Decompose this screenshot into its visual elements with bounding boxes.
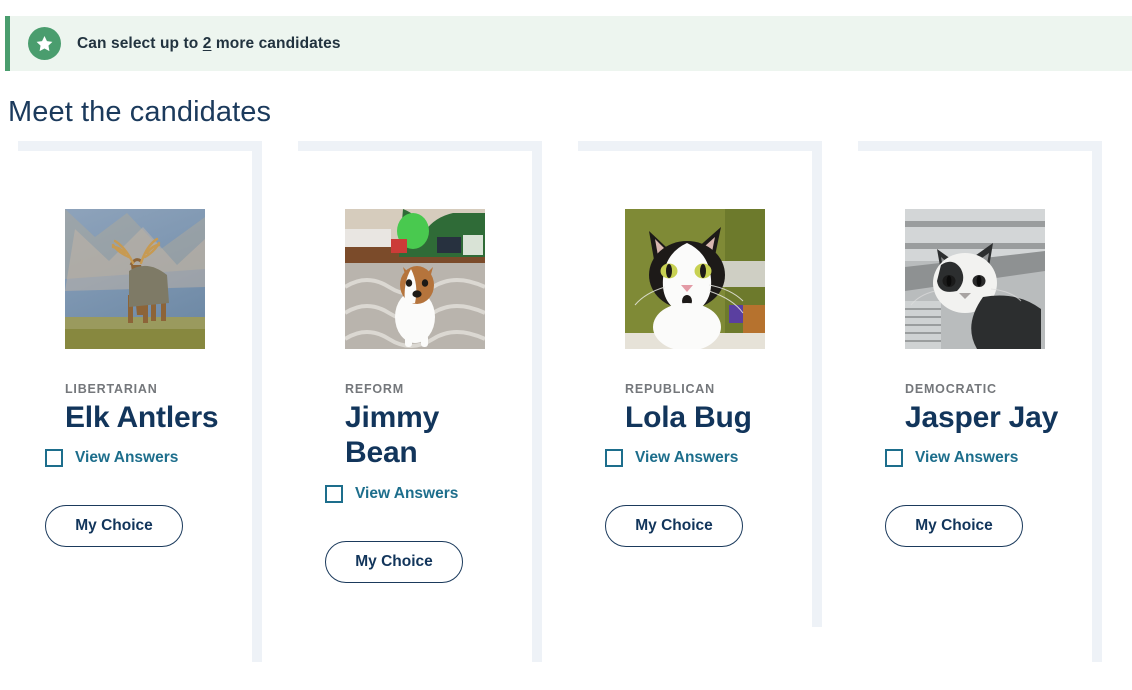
candidate-card: REPUBLICAN Lola Bug View Answers My Choi…: [560, 141, 832, 662]
candidate-card: REFORM Jimmy Bean View Answers My Choice: [280, 141, 552, 662]
page-title: Meet the candidates: [8, 95, 271, 130]
candidate-card: DEMOCRATIC Jasper Jay View Answers My Ch…: [840, 141, 1112, 662]
candidate-name: Jimmy Bean: [345, 400, 505, 471]
candidate-photo: [905, 209, 1045, 349]
candidate-card-body: LIBERTARIAN Elk Antlers View Answers My …: [8, 151, 252, 663]
candidate-card: LIBERTARIAN Elk Antlers View Answers My …: [0, 141, 272, 662]
view-answers-checkbox[interactable]: [605, 449, 623, 467]
candidate-party: REPUBLICAN: [625, 382, 715, 396]
candidate-name: Lola Bug: [625, 400, 752, 435]
candidate-party: LIBERTARIAN: [65, 382, 158, 396]
candidate-card-body: REFORM Jimmy Bean View Answers My Choice: [288, 151, 532, 663]
view-answers-toggle[interactable]: View Answers: [885, 449, 1018, 467]
my-choice-button[interactable]: My Choice: [885, 505, 1023, 547]
my-choice-button[interactable]: My Choice: [325, 541, 463, 583]
candidate-photo: [65, 209, 205, 349]
notice-text-after: more candidates: [211, 35, 340, 52]
candidate-name: Elk Antlers: [65, 400, 218, 435]
view-answers-toggle[interactable]: View Answers: [45, 449, 178, 467]
candidate-party: DEMOCRATIC: [905, 382, 997, 396]
my-choice-button[interactable]: My Choice: [45, 505, 183, 547]
view-answers-checkbox[interactable]: [45, 449, 63, 467]
candidate-card-body: REPUBLICAN Lola Bug View Answers My Choi…: [568, 151, 812, 628]
star-circle-icon: [28, 27, 61, 60]
candidate-grid: LIBERTARIAN Elk Antlers View Answers My …: [0, 141, 1132, 681]
view-answers-checkbox[interactable]: [885, 449, 903, 467]
candidate-card-body: DEMOCRATIC Jasper Jay View Answers My Ch…: [848, 151, 1092, 663]
notice-text-before: Can select up to: [77, 35, 203, 52]
my-choice-button[interactable]: My Choice: [605, 505, 743, 547]
view-answers-label: View Answers: [75, 449, 178, 467]
candidate-photo: [345, 209, 485, 349]
candidate-photo: [625, 209, 765, 349]
selection-limit-text: Can select up to 2 more candidates: [77, 35, 341, 53]
view-answers-label: View Answers: [915, 449, 1018, 467]
view-answers-toggle[interactable]: View Answers: [605, 449, 738, 467]
selection-limit-banner: Can select up to 2 more candidates: [5, 16, 1132, 71]
view-answers-label: View Answers: [355, 485, 458, 503]
candidate-name: Jasper Jay: [905, 400, 1058, 435]
view-answers-label: View Answers: [635, 449, 738, 467]
view-answers-checkbox[interactable]: [325, 485, 343, 503]
view-answers-toggle[interactable]: View Answers: [325, 485, 458, 503]
candidate-party: REFORM: [345, 382, 404, 396]
